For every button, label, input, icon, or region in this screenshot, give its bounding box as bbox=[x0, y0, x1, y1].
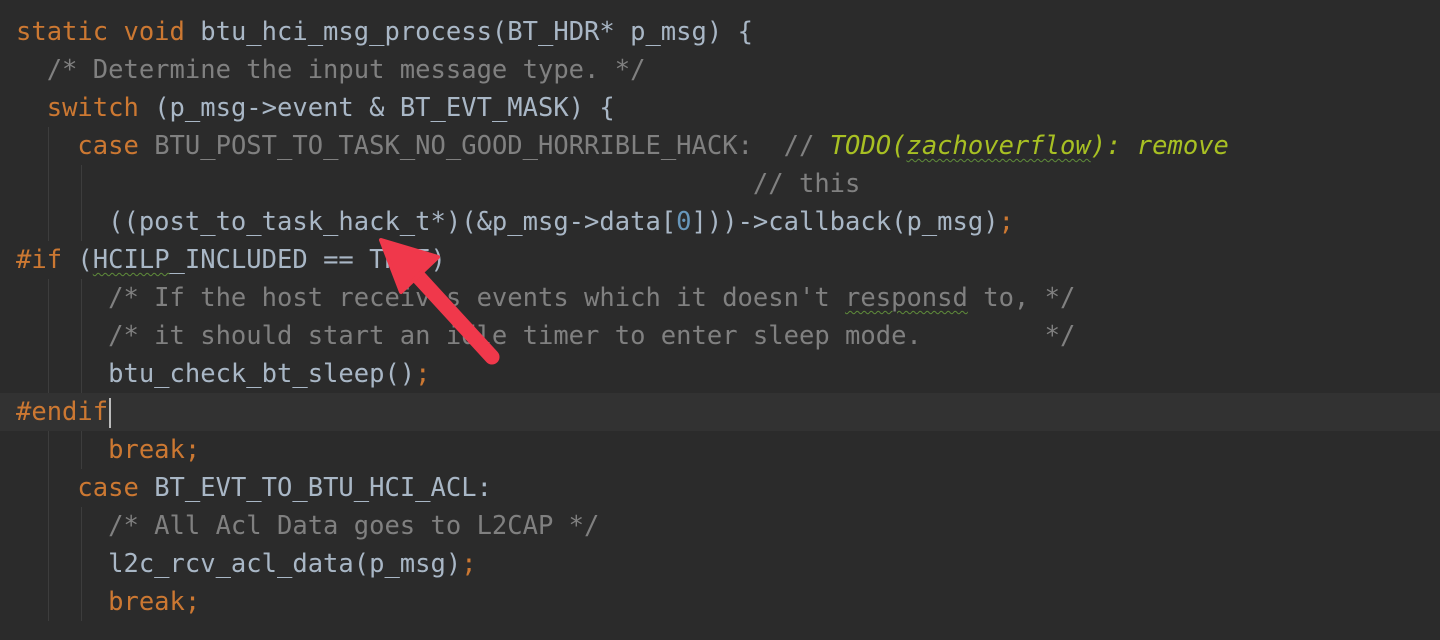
keyword: static void bbox=[16, 17, 185, 47]
code-line-3[interactable]: switch (p_msg->event & BT_EVT_MASK) { bbox=[0, 89, 1440, 127]
keyword: break; bbox=[108, 587, 201, 617]
code-line-11[interactable]: #endif bbox=[0, 393, 1440, 431]
number-literal: 0 bbox=[676, 207, 692, 237]
comment-text: /* Determine the input message type. */ bbox=[16, 55, 646, 85]
code-line-2[interactable]: /* Determine the input message type. */ bbox=[0, 51, 1440, 89]
indent-guide bbox=[48, 583, 49, 621]
code-line-13[interactable]: case BT_EVT_TO_BTU_HCI_ACL: bbox=[0, 469, 1440, 507]
semicolon: ; bbox=[415, 359, 431, 389]
code-editor[interactable]: static void btu_hci_msg_process(BT_HDR* … bbox=[0, 0, 1440, 640]
code-text: btu_hci_msg_process(BT_HDR* p_msg) { bbox=[184, 17, 753, 47]
code-line-8[interactable]: /* If the host receives events which it … bbox=[0, 279, 1440, 317]
todo-text: ): remove bbox=[1090, 131, 1229, 161]
todo-marker: TODO( bbox=[829, 131, 907, 161]
code-text: btu_check_bt_sleep() bbox=[16, 359, 416, 389]
indent-guide bbox=[81, 507, 82, 545]
semicolon: ; bbox=[461, 549, 477, 579]
spellcheck-word: zachoverflow bbox=[906, 131, 1091, 161]
code-line-9[interactable]: /* it should start an idle timer to ente… bbox=[0, 317, 1440, 355]
code-text: _INCLUDED == TRUE) bbox=[169, 245, 446, 275]
keyword: switch bbox=[46, 93, 139, 123]
indent-guide bbox=[48, 165, 49, 203]
indent-guide bbox=[81, 165, 82, 203]
code-text: ((post_to_task_hack_t*)(&p_msg->data[ bbox=[16, 207, 677, 237]
spellcheck-word: responsd bbox=[845, 283, 968, 313]
indent-guide bbox=[48, 317, 49, 355]
code-text: BT_EVT_TO_BTU_HCI_ACL: bbox=[138, 473, 492, 503]
indent-guide bbox=[81, 203, 82, 241]
comment-text: /* All Acl Data goes to L2CAP */ bbox=[16, 511, 600, 541]
comment-text: /* it should start an idle timer to ente… bbox=[16, 321, 1076, 351]
spellcheck-word: HCILP bbox=[92, 245, 170, 275]
indent-guide bbox=[48, 279, 49, 317]
code-line-12[interactable]: break; bbox=[0, 431, 1440, 469]
code-text: (p_msg->event & BT_EVT_MASK) { bbox=[138, 93, 615, 123]
comment-text: /* If the host receives events which it … bbox=[16, 283, 846, 313]
indent-guide bbox=[81, 355, 82, 393]
code-line-10[interactable]: btu_check_bt_sleep(); bbox=[0, 355, 1440, 393]
comment-text: to, */ bbox=[967, 283, 1076, 313]
preprocessor-directive: #if bbox=[16, 245, 63, 275]
indent-guide bbox=[48, 203, 49, 241]
preprocessor-directive: #endif bbox=[16, 397, 109, 427]
semicolon: ; bbox=[998, 207, 1014, 237]
indent-guide bbox=[48, 469, 49, 507]
indent-guide bbox=[48, 545, 49, 583]
code-text: ( bbox=[62, 245, 93, 275]
indent-guide bbox=[81, 545, 82, 583]
text-cursor bbox=[109, 398, 112, 428]
indent-guide bbox=[48, 127, 49, 165]
indent-guide bbox=[48, 431, 49, 469]
comment-text: // this bbox=[16, 169, 861, 199]
indent-guide bbox=[48, 355, 49, 393]
indent-guide bbox=[81, 317, 82, 355]
code-line-14[interactable]: /* All Acl Data goes to L2CAP */ bbox=[0, 507, 1440, 545]
code-text: ]))->callback(p_msg) bbox=[691, 207, 999, 237]
code-line-5[interactable]: // this bbox=[0, 165, 1440, 203]
code-line-15[interactable]: l2c_rcv_acl_data(p_msg); bbox=[0, 545, 1440, 583]
code-line-16[interactable]: break; bbox=[0, 583, 1440, 621]
keyword: break; bbox=[108, 435, 201, 465]
code-text: BTU_POST_TO_TASK_NO_GOOD_HORRIBLE_HACK: … bbox=[138, 131, 830, 161]
code-text: l2c_rcv_acl_data(p_msg) bbox=[16, 549, 462, 579]
indent-guide bbox=[48, 507, 49, 545]
keyword: case bbox=[77, 473, 139, 503]
keyword: case bbox=[77, 131, 139, 161]
indent-guide bbox=[81, 583, 82, 621]
code-line-4[interactable]: case BTU_POST_TO_TASK_NO_GOOD_HORRIBLE_H… bbox=[0, 127, 1440, 165]
indent-guide bbox=[81, 431, 82, 469]
indent-guide bbox=[81, 279, 82, 317]
code-line-1[interactable]: static void btu_hci_msg_process(BT_HDR* … bbox=[0, 13, 1440, 51]
code-line-7[interactable]: #if (HCILP_INCLUDED == TRUE) bbox=[0, 241, 1440, 279]
code-line-6[interactable]: ((post_to_task_hack_t*)(&p_msg->data[0])… bbox=[0, 203, 1440, 241]
